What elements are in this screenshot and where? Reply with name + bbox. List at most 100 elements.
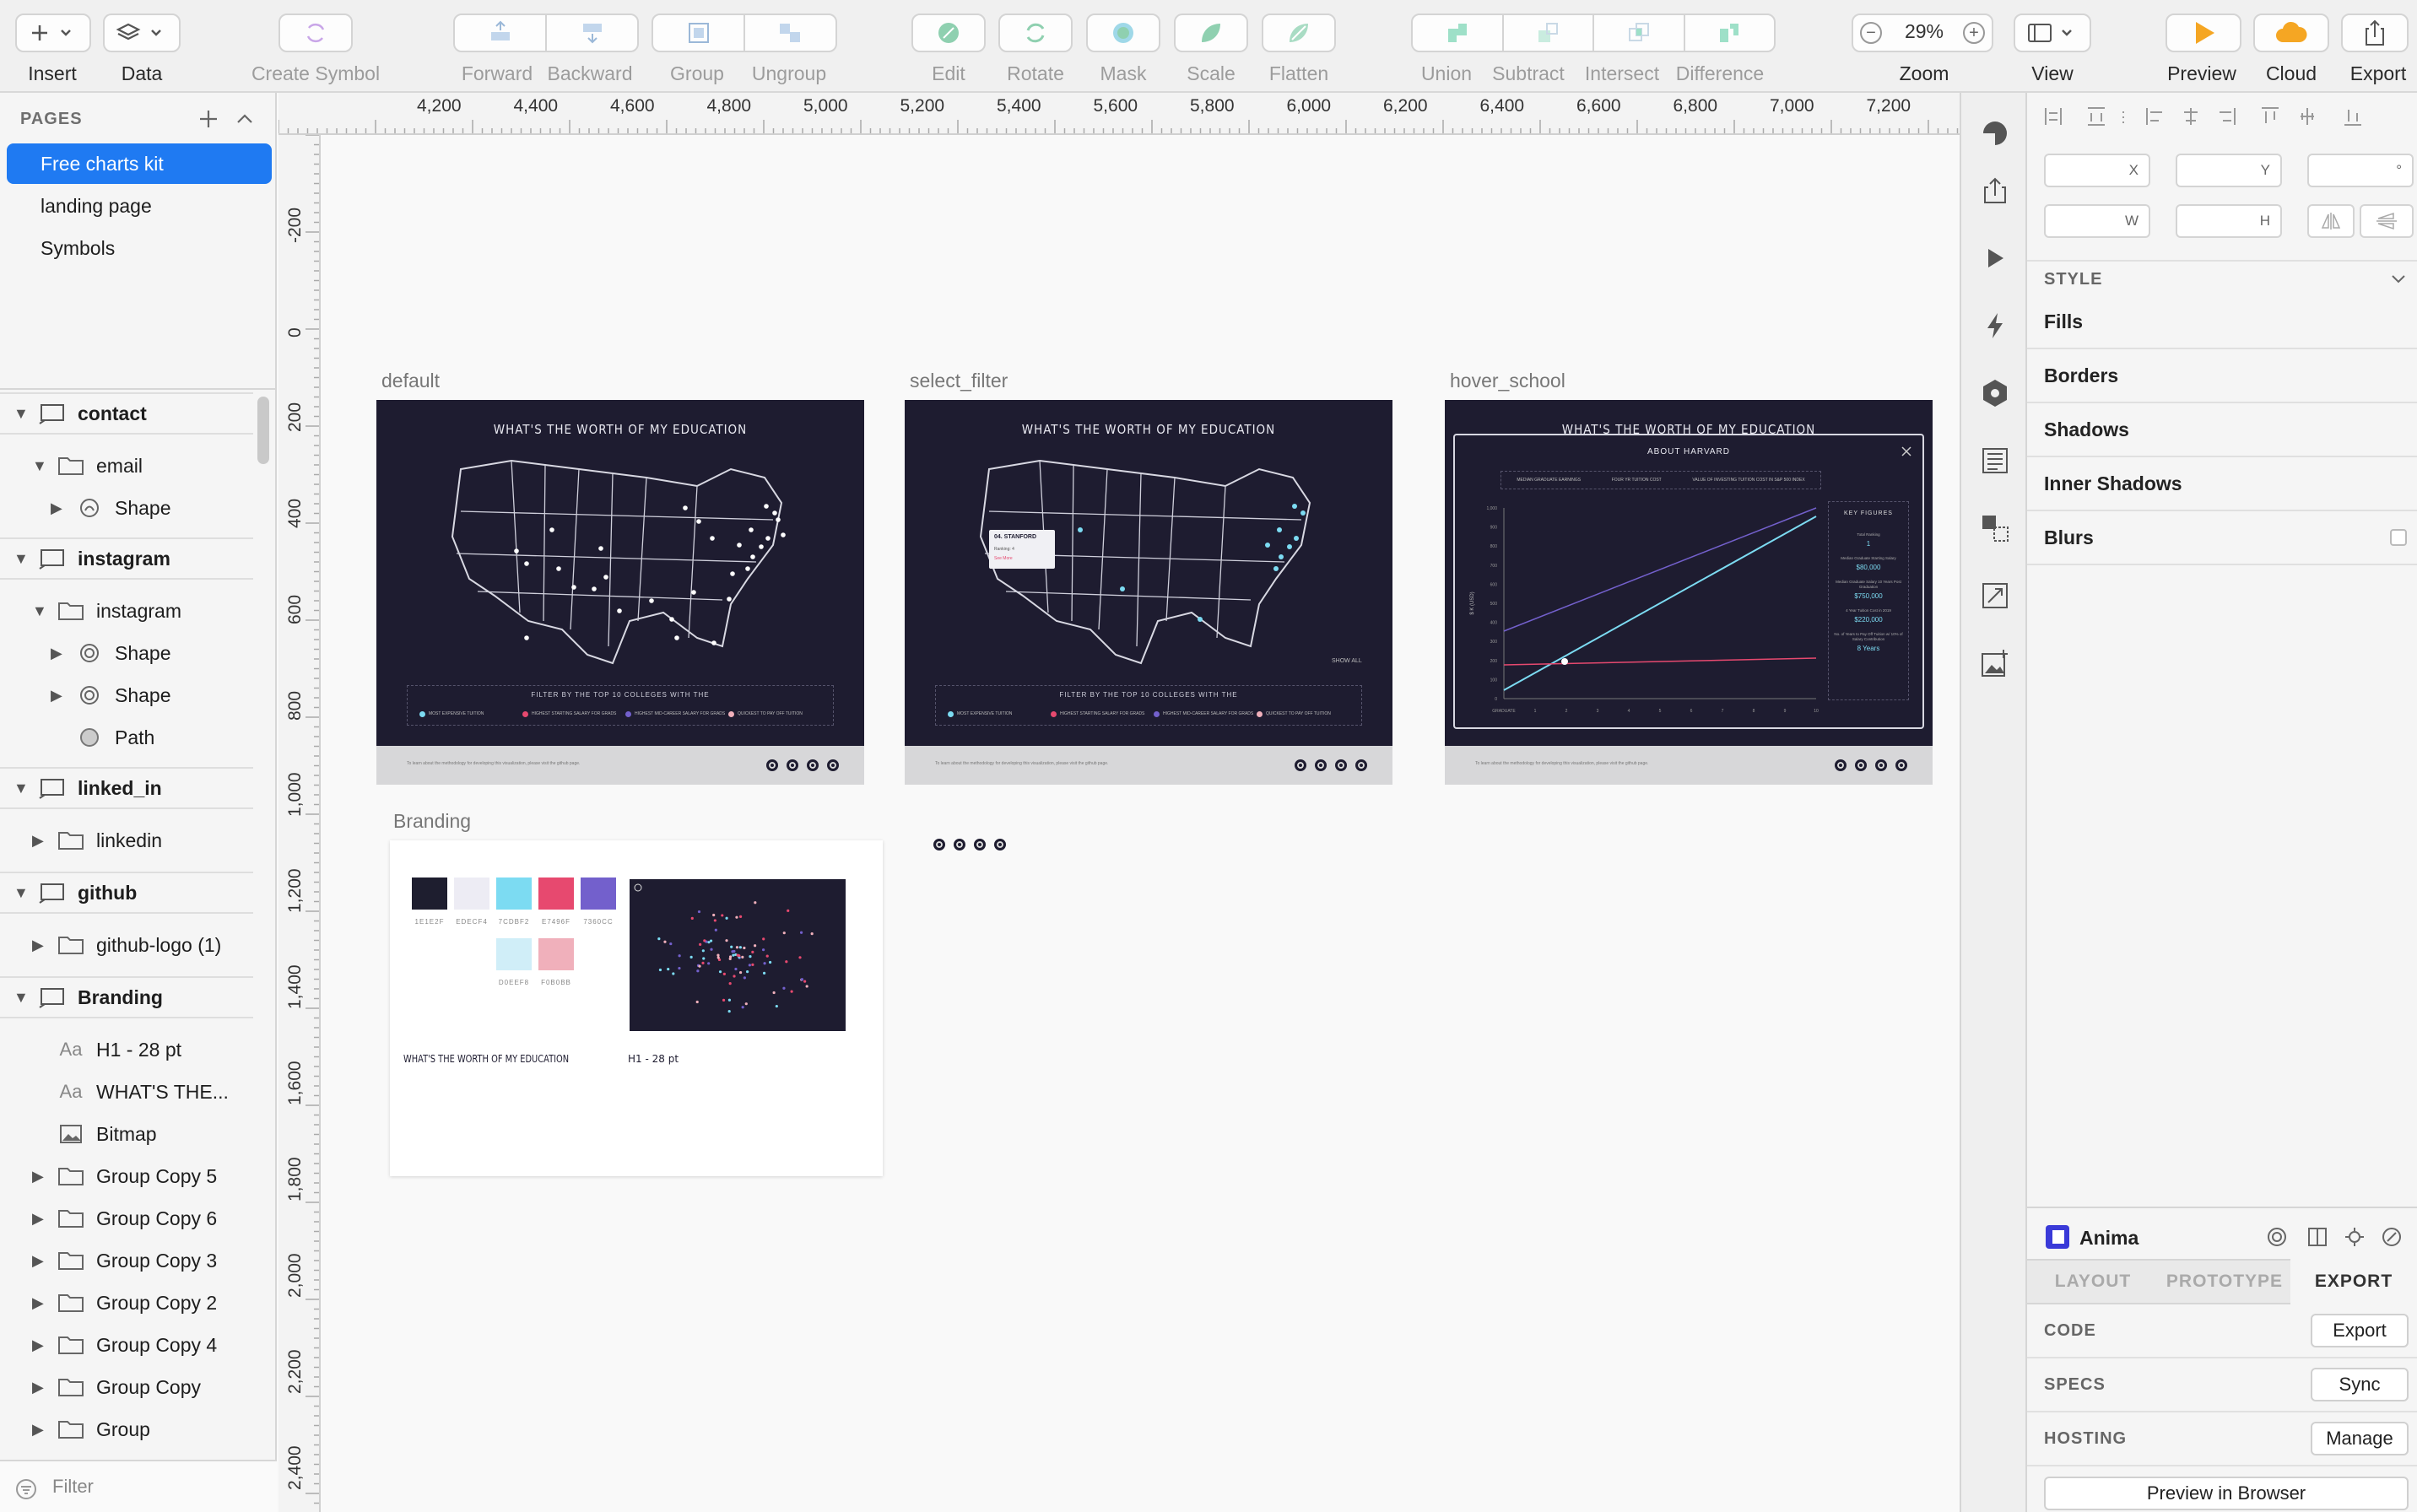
- rotation-field[interactable]: °: [2307, 154, 2414, 187]
- email-icon[interactable]: [1895, 759, 1907, 771]
- tooltip-link[interactable]: See More: [994, 556, 1013, 561]
- map-dot[interactable]: [603, 575, 608, 580]
- width-field[interactable]: W: [2044, 204, 2150, 238]
- ungroup-button[interactable]: [745, 15, 835, 51]
- artboard-branding[interactable]: 1E1E2F EDECF4 7CDBF2 E7496F 7360CC D0EEF8 F0B0…: [390, 840, 883, 1176]
- export-button[interactable]: [2341, 14, 2409, 52]
- disclosure-closed-icon[interactable]: ▶: [32, 1252, 44, 1270]
- layer-row[interactable]: Aa H1 - 28 pt: [0, 1029, 253, 1071]
- lightning-button[interactable]: [1976, 307, 2014, 344]
- subtract-button[interactable]: [1504, 15, 1594, 51]
- height-field[interactable]: H: [2176, 204, 2282, 238]
- component-button[interactable]: [1976, 375, 2014, 412]
- social-icons-symbol[interactable]: [933, 839, 1006, 850]
- color-swatch[interactable]: EDECF4: [454, 878, 489, 926]
- email-icon[interactable]: [994, 839, 1006, 850]
- disclosure-open-icon[interactable]: ▼: [14, 780, 29, 797]
- mask-button[interactable]: [1086, 14, 1160, 52]
- email-icon[interactable]: [827, 759, 839, 771]
- map-dot[interactable]: [524, 635, 529, 640]
- x-field[interactable]: X: [2044, 154, 2150, 187]
- github-icon[interactable]: [1295, 759, 1306, 771]
- zoom-in-button[interactable]: +: [1963, 22, 1985, 44]
- style-section[interactable]: Inner Shadows: [2027, 457, 2417, 511]
- color-swatch[interactable]: D0EEF8: [496, 938, 532, 986]
- map-dot[interactable]: [781, 532, 786, 537]
- instagram-icon[interactable]: [1875, 759, 1887, 771]
- map-dot[interactable]: [745, 566, 750, 571]
- map-dot[interactable]: [772, 510, 777, 516]
- layer-artboard[interactable]: ▼ github: [0, 872, 253, 914]
- horizontal-ruler[interactable]: 4,200 4,400 4,600 4,800 5,000 5,200 5,400 5,600…: [278, 93, 1960, 135]
- disclosure-open-icon[interactable]: ▼: [32, 602, 47, 620]
- map-dot[interactable]: [764, 504, 769, 509]
- disclosure-closed-icon[interactable]: ▶: [32, 832, 44, 850]
- map-dot[interactable]: [1078, 527, 1083, 532]
- layer-row[interactable]: ▶ Shape: [0, 487, 253, 529]
- color-swatch[interactable]: 7CDBF2: [496, 878, 532, 926]
- forward-button[interactable]: [455, 15, 547, 51]
- layer-row[interactable]: ▶ github-logo (1): [0, 924, 253, 966]
- anima-header-icons[interactable]: [2265, 1225, 2409, 1249]
- add-image-button[interactable]: [1976, 645, 2014, 682]
- map-dot[interactable]: [1265, 543, 1270, 548]
- email-icon[interactable]: [1355, 759, 1367, 771]
- vertical-ruler[interactable]: -200 0 200 400 600 800 1,000 1,200 1,400 1,600 1,8…: [278, 135, 321, 1512]
- cloud-button[interactable]: [2253, 14, 2329, 52]
- add-page-icon[interactable]: [197, 108, 219, 130]
- layer-row[interactable]: ▶ Shape: [0, 674, 253, 716]
- play-button[interactable]: [1976, 240, 2014, 277]
- tab-export[interactable]: EXPORT: [2290, 1259, 2417, 1304]
- map-dot[interactable]: [1273, 566, 1279, 571]
- map-dot[interactable]: [710, 536, 715, 541]
- preview-button[interactable]: [2166, 14, 2241, 52]
- artboard-hover-school[interactable]: WHAT'S THE WORTH OF MY EDUCATION ABOUT H…: [1445, 400, 1933, 785]
- tab-layout[interactable]: LAYOUT: [2027, 1259, 2159, 1304]
- map-dot[interactable]: [776, 517, 781, 522]
- y-field[interactable]: Y: [2176, 154, 2282, 187]
- disclosure-closed-icon[interactable]: ▶: [51, 500, 62, 517]
- map-dot[interactable]: [765, 536, 771, 541]
- legend-item[interactable]: HIGHEST STARTING SALARY FOR GRADS: [1051, 708, 1144, 720]
- edit-button[interactable]: [911, 14, 986, 52]
- map-dot[interactable]: [556, 566, 561, 571]
- align-toolbar[interactable]: [2039, 105, 2410, 128]
- linkedin-icon[interactable]: [954, 839, 965, 850]
- layer-row[interactable]: ▶ Group Copy 3: [0, 1239, 253, 1282]
- color-swatch[interactable]: 7360CC: [581, 878, 616, 926]
- blur-checkbox[interactable]: [2390, 529, 2407, 546]
- map-dot[interactable]: [737, 543, 742, 548]
- insert-button[interactable]: [15, 14, 91, 52]
- layer-row[interactable]: ▶ linkedin: [0, 819, 253, 861]
- legend-item[interactable]: MOST EXPENSIVE TUITION: [419, 708, 484, 720]
- style-section[interactable]: Fills: [2027, 295, 2417, 349]
- map-dot[interactable]: [649, 598, 654, 603]
- style-section[interactable]: Borders: [2027, 349, 2417, 403]
- preview-in-browser-button[interactable]: Preview in Browser: [2044, 1477, 2409, 1510]
- map-dot[interactable]: [524, 561, 529, 566]
- layer-artboard[interactable]: ▼ linked_in: [0, 767, 253, 809]
- zoom-value[interactable]: 29%: [1889, 20, 1960, 43]
- layer-row[interactable]: ▼ instagram: [0, 590, 253, 632]
- disclosure-open-icon[interactable]: ▼: [14, 550, 29, 568]
- map-dot[interactable]: [683, 505, 688, 510]
- flip-vertical-button[interactable]: [2360, 204, 2414, 238]
- map-dot[interactable]: [1300, 510, 1306, 516]
- inspector-mode-button[interactable]: [1976, 115, 2014, 152]
- legend-item[interactable]: QUICKEST TO PAY OFF TUITION: [1257, 708, 1331, 720]
- map-dot[interactable]: [592, 586, 597, 591]
- color-swatch[interactable]: F0B0BB: [538, 938, 574, 986]
- backward-button[interactable]: [547, 15, 637, 51]
- map-dot[interactable]: [1294, 536, 1299, 541]
- disclosure-closed-icon[interactable]: ▶: [32, 1210, 44, 1228]
- style-section[interactable]: Shadows: [2027, 403, 2417, 457]
- disclosure-closed-icon[interactable]: ▶: [51, 687, 62, 705]
- layer-row[interactable]: Aa WHAT'S THE...: [0, 1071, 253, 1113]
- layer-row[interactable]: ▶ Group Copy 5: [0, 1155, 253, 1197]
- layer-row[interactable]: ▼ email: [0, 445, 253, 487]
- canvas[interactable]: default WHAT'S THE WORTH OF MY EDUCATION…: [322, 135, 1960, 1512]
- layer-row[interactable]: Path: [0, 716, 253, 759]
- breakpoint-button[interactable]: [1976, 510, 2014, 547]
- style-header[interactable]: STYLE: [2027, 260, 2417, 295]
- disclosure-open-icon[interactable]: ▼: [32, 457, 47, 475]
